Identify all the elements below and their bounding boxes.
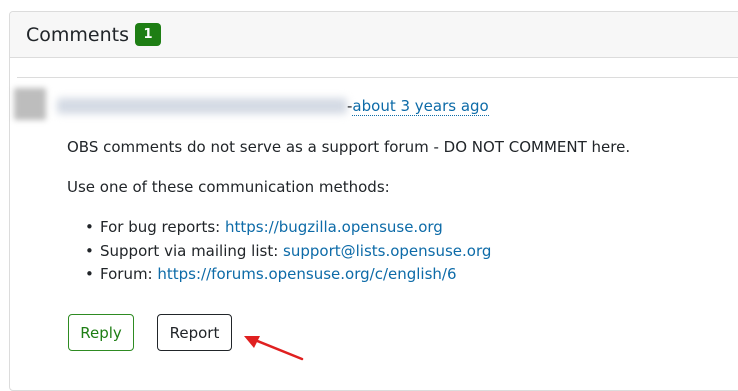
list-item: Forum: https://forums.opensuse.org/c/eng… (67, 264, 727, 284)
method-label: Support via mailing list: (100, 241, 284, 260)
comment-paragraph: OBS comments do not serve as a support f… (67, 138, 631, 156)
method-label: Forum: (100, 265, 158, 283)
method-label: For bug reports: (100, 218, 225, 236)
list-item: Support via mailing list: support@lists.… (67, 241, 727, 261)
comment-paragraph: Use one of these communication methods: (67, 178, 390, 196)
comments-header: Comments 1 (10, 12, 738, 58)
comment-time-link[interactable]: about 3 years ago (352, 97, 489, 116)
comment-count-badge: 1 (135, 23, 161, 46)
list-item: For bug reports: https://bugzilla.opensu… (67, 217, 727, 237)
mailing-list-link[interactable]: support@lists.opensuse.org (283, 242, 491, 260)
reply-button[interactable]: Reply (68, 314, 134, 351)
bugzilla-link[interactable]: https://bugzilla.opensuse.org (225, 218, 443, 236)
comment-timestamp: -about 3 years ago (347, 96, 489, 116)
comment-body: OBS comments do not serve as a support f… (67, 137, 727, 288)
avatar (14, 88, 46, 120)
author-name-redacted[interactable] (57, 98, 347, 114)
comments-title: Comments (26, 23, 129, 46)
annotation-arrow-icon (244, 336, 304, 361)
forum-link[interactable]: https://forums.opensuse.org/c/english/6 (157, 265, 456, 283)
comment-divider (17, 77, 738, 78)
report-button[interactable]: Report (157, 314, 232, 351)
communication-methods-list: For bug reports: https://bugzilla.opensu… (67, 217, 727, 284)
